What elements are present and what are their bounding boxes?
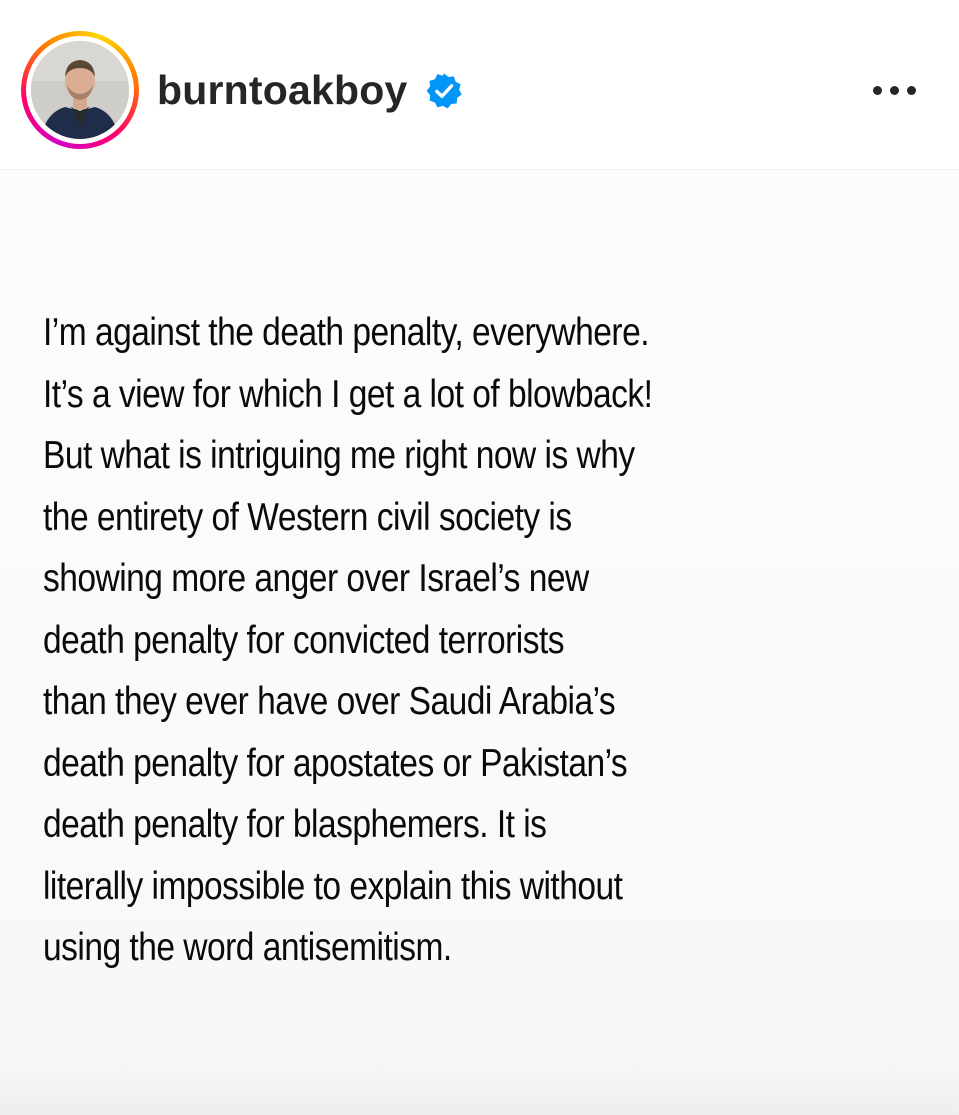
post-header: burntoakboy — [0, 0, 959, 170]
post-text-line: death penalty for apostates or Pakistan’… — [43, 741, 628, 785]
username[interactable]: burntoakboy — [157, 64, 407, 116]
avatar-border — [26, 36, 134, 144]
more-options-button[interactable] — [862, 68, 926, 112]
more-horizontal-icon-dot — [906, 85, 916, 95]
verified-badge-icon — [426, 73, 462, 109]
post-text-line: death penalty for blasphemers. It is — [43, 803, 547, 846]
story-ring[interactable] — [21, 31, 139, 149]
bottom-shadow — [0, 1060, 959, 1115]
post-text-line: literally impossible to explain this wit… — [43, 864, 623, 908]
avatar[interactable] — [31, 41, 129, 139]
post-content: I’m against the death penalty, everywher… — [0, 170, 959, 1115]
post-text-line: But what is intriguing me right now is w… — [43, 434, 635, 477]
post-text-line: showing more anger over Israel’s new — [43, 557, 589, 600]
post-text-line: I’m against the death penalty, everywher… — [43, 311, 650, 354]
more-horizontal-icon-dot — [872, 85, 882, 95]
avatar-photo — [31, 41, 129, 139]
post-text-line: the entirety of Western civil society is — [43, 495, 572, 539]
post-text-line: death penalty for convicted terrorists — [43, 618, 565, 662]
post-text-line: It’s a view for which I get a lot of blo… — [43, 372, 653, 416]
post-text: I’m against the death penalty, everywher… — [43, 302, 800, 979]
post-text-line: than they ever have over Saudi Arabia’s — [43, 680, 616, 723]
more-horizontal-icon-dot — [889, 85, 899, 95]
post-text-line: using the word antisemitism. — [43, 926, 452, 969]
instagram-post: burntoakboy I’m against the death penalt… — [0, 0, 959, 1115]
